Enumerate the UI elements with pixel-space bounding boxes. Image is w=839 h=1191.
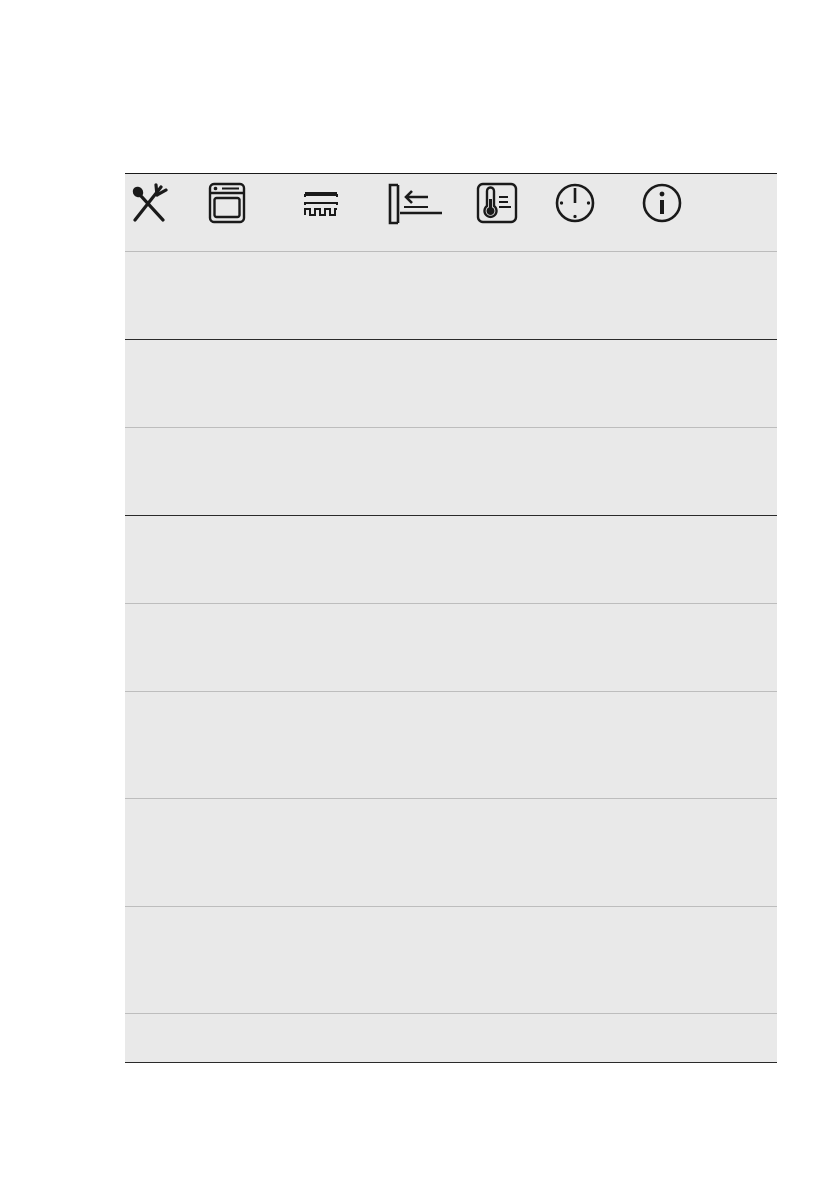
table-row	[125, 340, 777, 428]
table-row	[125, 907, 777, 1014]
cooking-table	[125, 173, 777, 1063]
cookware-icon	[127, 181, 171, 225]
shelf-position-icon	[386, 181, 442, 225]
info-icon	[640, 181, 684, 225]
table-row	[125, 604, 777, 692]
heating-function-icon	[299, 181, 343, 225]
table-row	[125, 692, 777, 799]
table-row	[125, 799, 777, 907]
table-row	[125, 1014, 777, 1063]
table-row	[125, 428, 777, 516]
table-row	[125, 516, 777, 604]
table-header-row	[125, 174, 777, 252]
oven-icon	[205, 181, 249, 225]
table-row	[125, 252, 777, 340]
temperature-icon	[475, 181, 519, 225]
time-icon	[553, 181, 597, 225]
